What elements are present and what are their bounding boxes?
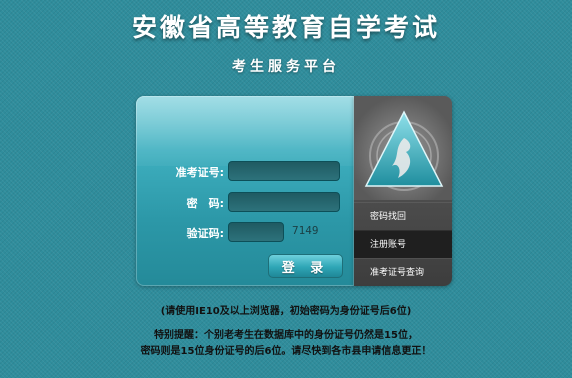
side-link-password-recovery[interactable]: 密码找回 — [354, 202, 452, 230]
side-panel: 密码找回 注册账号 准考证号查询 — [354, 96, 452, 286]
side-link-register[interactable]: 注册账号 — [354, 230, 452, 258]
captcha-image[interactable]: 7149 — [292, 224, 319, 237]
captcha-input[interactable] — [228, 222, 284, 242]
special-notice-line1: 特别提醒：个别老考生在数据库中的身份证号仍然是15位， — [154, 330, 418, 341]
special-notice-line2: 密码则是15位身份证号的后6位。请尽快到各市县申请信息更正！ — [140, 346, 432, 357]
password-label: 密 码: — [186, 197, 224, 210]
panel-gloss — [136, 96, 354, 166]
side-link-exam-number-query[interactable]: 准考证号查询 — [354, 258, 452, 286]
exam-number-label: 准考证号: — [175, 166, 224, 179]
triangle-flame-logo-icon — [354, 96, 452, 200]
captcha-label: 验证码: — [186, 227, 224, 240]
password-input[interactable] — [228, 192, 340, 212]
login-button[interactable]: 登 录 — [268, 254, 343, 278]
site-title: 安徽省高等教育自学考试 — [131, 13, 440, 42]
site-subtitle: 考生服务平台 — [232, 59, 340, 75]
exam-number-input[interactable] — [228, 161, 340, 181]
browser-hint: (请使用IE10及以上浏览器，初始密码为身份证号后6位) — [160, 306, 412, 317]
